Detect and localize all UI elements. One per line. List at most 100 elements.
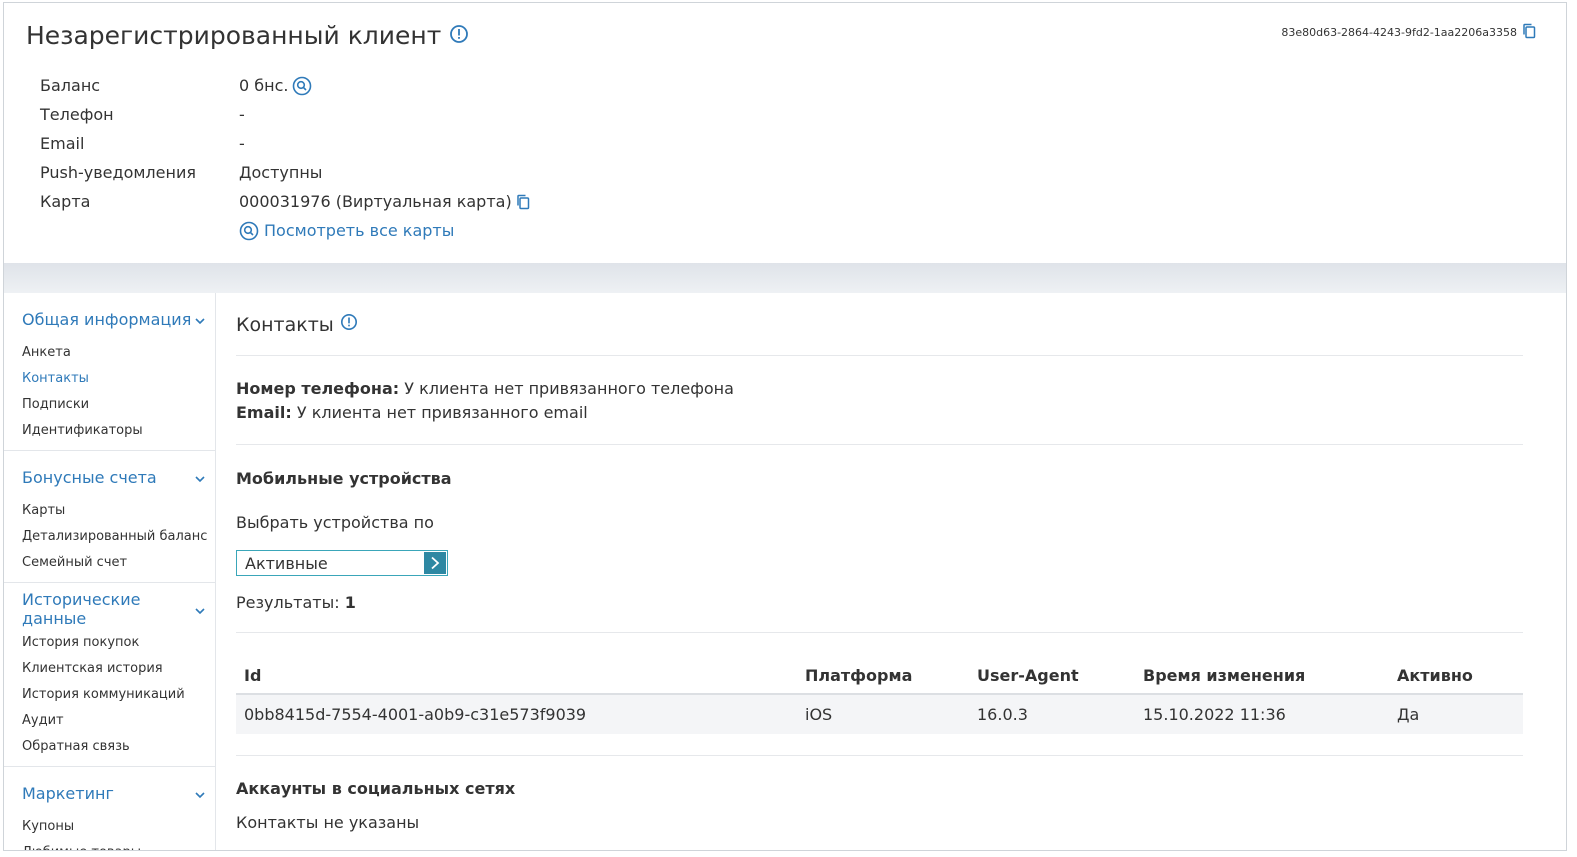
property-card: Карта 000031976 (Виртуальная карта) [40, 187, 530, 216]
sidebar-group-header[interactable]: Исторические данные [22, 590, 215, 628]
copy-icon[interactable] [1522, 23, 1536, 42]
divider [236, 444, 1523, 445]
section-title: Контакты [236, 313, 358, 336]
balance-value: 0 бнс. [239, 76, 289, 95]
device-filter-value: Активные [245, 553, 328, 573]
phone-label: Номер телефона: [236, 379, 400, 398]
sidebar-item-contacts[interactable]: Контакты [22, 366, 215, 392]
divider [236, 755, 1523, 756]
property-value: 0 бнс. [239, 76, 312, 96]
email-line: Email: У клиента нет привязанного email [236, 403, 588, 422]
sidebar-group-header[interactable]: Бонусные счета [22, 465, 215, 489]
chevron-down-icon [195, 310, 205, 329]
sidebar-group-title: Исторические данные [22, 590, 141, 628]
sidebar-item-anketa[interactable]: Анкета [22, 340, 215, 366]
property-label: Баланс [40, 76, 101, 95]
social-title: Аккаунты в социальных сетях [236, 779, 516, 798]
sidebar-item-detailed-balance[interactable]: Детализированный баланс [22, 524, 215, 550]
chevron-down-icon [195, 468, 205, 487]
column-header-modified-time[interactable]: Время изменения [1135, 658, 1389, 695]
column-header-user-agent[interactable]: User-Agent [969, 658, 1135, 695]
sidebar-item-subscriptions[interactable]: Подписки [22, 392, 215, 418]
info-icon[interactable] [340, 313, 358, 336]
magnifier-icon[interactable] [292, 76, 312, 96]
sidebar-item-audit[interactable]: Аудит [22, 708, 215, 734]
view-all-cards-link[interactable]: Посмотреть все карты [239, 216, 530, 245]
client-uuid-text: 83e80d63-2864-4243-9fd2-1aa2206a3358 [1281, 26, 1517, 39]
sidebar-item-identifiers[interactable]: Идентификаторы [22, 418, 215, 444]
copy-icon[interactable] [516, 194, 530, 210]
property-label: Email [40, 134, 85, 153]
social-value: Контакты не указаны [236, 813, 420, 832]
sidebar-item-coupons[interactable]: Купоны [22, 814, 215, 840]
sidebar-group-general: Общая информация Анкета Контакты Подписк… [4, 293, 215, 451]
property-balance: Баланс 0 бнс. [40, 71, 530, 100]
sidebar: Общая информация Анкета Контакты Подписк… [4, 293, 216, 850]
table-header-row: Id Платформа User-Agent Время изменения … [236, 658, 1523, 695]
sidebar-group-marketing: Маркетинг Купоны Любимые товары [4, 767, 215, 850]
view-all-cards-label: Посмотреть все карты [264, 221, 455, 240]
divider [236, 632, 1523, 633]
sidebar-item-favorite-products[interactable]: Любимые товары [22, 840, 215, 850]
client-card: Незарегистрированный клиент 83e80d63-286… [3, 2, 1567, 851]
column-header-platform[interactable]: Платформа [797, 658, 969, 695]
sidebar-item-feedback[interactable]: Обратная связь [22, 734, 215, 760]
email-label: Email: [236, 403, 292, 422]
client-uuid: 83e80d63-2864-4243-9fd2-1aa2206a3358 [1281, 23, 1536, 42]
page-title-text: Незарегистрированный клиент [26, 21, 442, 50]
property-value: - [239, 134, 245, 153]
property-value: - [239, 105, 245, 124]
property-value: 000031976 (Виртуальная карта) [239, 192, 530, 211]
client-header: Незарегистрированный клиент 83e80d63-286… [4, 3, 1566, 263]
sidebar-item-family-account[interactable]: Семейный счет [22, 550, 215, 576]
section-title-text: Контакты [236, 313, 334, 336]
email-value: У клиента нет привязанного email [291, 403, 588, 422]
cell-platform: iOS [797, 694, 969, 734]
device-filter-select[interactable]: Активные [236, 550, 448, 576]
results-line: Результаты: 1 [236, 593, 356, 612]
cell-active: Да [1389, 694, 1523, 734]
column-header-active[interactable]: Активно [1389, 658, 1523, 695]
sidebar-group-history: Исторические данные История покупок Клие… [4, 583, 215, 767]
property-label: Push-уведомления [40, 163, 196, 182]
header-divider-band [4, 263, 1566, 293]
column-header-id[interactable]: Id [236, 658, 797, 695]
property-value: Доступны [239, 163, 323, 182]
sidebar-group-header[interactable]: Общая информация [22, 307, 215, 331]
cell-id: 0bb8415d-7554-4001-a0b9-c31e573f9039 [236, 694, 797, 734]
property-label: Телефон [40, 105, 114, 124]
filter-label: Выбрать устройства по [236, 513, 434, 532]
contacts-panel: Контакты Номер телефона: У клиента нет п… [236, 293, 1523, 850]
devices-title: Мобильные устройства [236, 469, 452, 488]
chevron-down-icon [195, 600, 205, 619]
devices-table: Id Платформа User-Agent Время изменения … [236, 658, 1523, 734]
property-label: Карта [40, 192, 91, 211]
cell-user-agent: 16.0.3 [969, 694, 1135, 734]
chevron-right-icon[interactable] [424, 552, 446, 574]
sidebar-group-bonus: Бонусные счета Карты Детализированный ба… [4, 451, 215, 583]
sidebar-item-purchase-history[interactable]: История покупок [22, 630, 215, 656]
phone-value: У клиента нет привязанного телефона [399, 379, 734, 398]
property-email: Email - [40, 129, 530, 158]
table-row[interactable]: 0bb8415d-7554-4001-a0b9-c31e573f9039 iOS… [236, 694, 1523, 734]
magnifier-icon [239, 221, 259, 241]
cell-modified-time: 15.10.2022 11:36 [1135, 694, 1389, 734]
chevron-down-icon [195, 784, 205, 803]
divider [236, 355, 1523, 356]
sidebar-item-client-history[interactable]: Клиентская история [22, 656, 215, 682]
results-label: Результаты: [236, 593, 340, 612]
property-phone: Телефон - [40, 100, 530, 129]
page-title: Незарегистрированный клиент [26, 21, 469, 50]
sidebar-group-title: Бонусные счета [22, 467, 157, 487]
sidebar-group-title: Маркетинг [22, 783, 114, 803]
card-value: 000031976 (Виртуальная карта) [239, 192, 512, 211]
client-properties: Баланс 0 бнс. Телефон - Email - Push-уве… [40, 71, 530, 245]
property-push: Push-уведомления Доступны [40, 158, 530, 187]
results-count: 1 [344, 593, 356, 612]
sidebar-item-communication-history[interactable]: История коммуникаций [22, 682, 215, 708]
phone-line: Номер телефона: У клиента нет привязанно… [236, 379, 734, 398]
sidebar-group-title: Общая информация [22, 309, 192, 329]
sidebar-group-header[interactable]: Маркетинг [22, 781, 215, 805]
info-icon[interactable] [449, 21, 469, 50]
sidebar-item-cards[interactable]: Карты [22, 498, 215, 524]
